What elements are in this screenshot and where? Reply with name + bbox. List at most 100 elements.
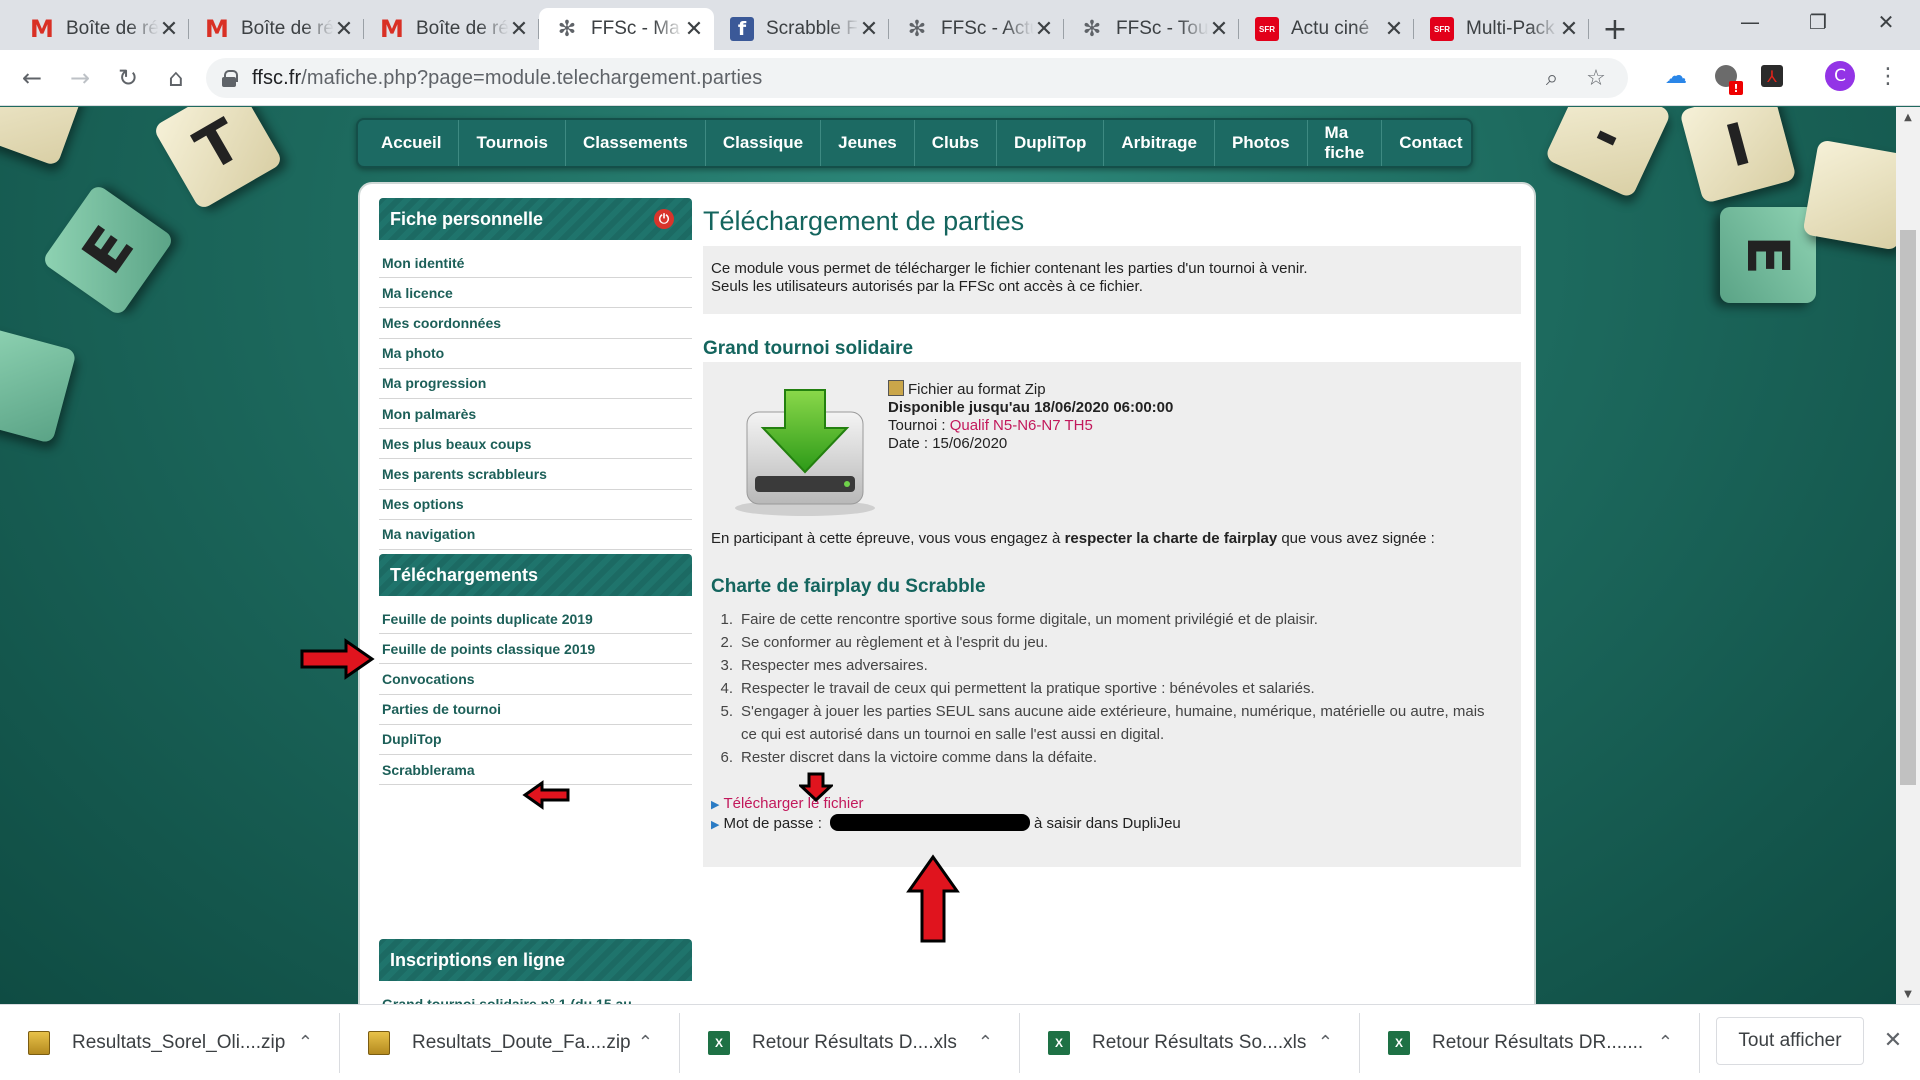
browser-tab[interactable]: M Boîte de réception✕ [189,8,364,50]
chevron-up-icon[interactable]: ⌃ [638,1032,653,1053]
tab-close-icon[interactable]: ✕ [1034,17,1054,42]
star-icon[interactable]: ☆ [1576,58,1616,98]
tab-close-icon[interactable]: ✕ [159,17,179,42]
tab-close-icon[interactable]: ✕ [684,17,704,42]
sidebar-link[interactable]: Mes plus beaux coups [379,429,692,460]
scrollbar-thumb[interactable] [1900,230,1916,785]
sidebar-downloads: Téléchargements Feuille de points duplic… [379,554,692,786]
sidebar-link[interactable]: Grand tournoi solidaire n° 1 (du 15 au [379,989,692,1004]
sidebar-link[interactable]: Parties de tournoi [379,695,692,725]
facebook-icon: f [730,17,754,41]
sidebar-link[interactable]: Mon identité [379,248,692,279]
browser-tab[interactable]: f Scrabble FFSc✕ [714,8,889,50]
download-item[interactable]: X Retour Résultats DR....... ⌃ [1360,1012,1700,1073]
menu-icon[interactable]: ⋮ [1870,58,1906,94]
browser-tab[interactable]: M Boîte de réception✕ [364,8,539,50]
browser-tab[interactable]: SFR Multi-Pack ✕ [1414,8,1589,50]
download-item[interactable]: X Retour Résultats D....xls ⌃ [680,1012,1020,1073]
logout-power-icon[interactable]: ⏻ [654,209,674,229]
browser-tab[interactable]: ✻ FFSc - Actualités✕ [889,8,1064,50]
browser-tab-label: FFSc - Tournois [1116,18,1209,40]
tab-close-icon[interactable]: ✕ [509,17,529,42]
scroll-down-icon[interactable]: ▼ [1896,984,1920,1004]
nav-item-accueil[interactable]: Accueil [364,120,460,166]
sidebar-link[interactable]: Mon palmarès [379,399,692,430]
nav-item-arbitrage[interactable]: Arbitrage [1104,120,1215,166]
browser-tab-label: Boîte de réception [241,18,334,40]
back-icon[interactable]: ← [12,58,52,98]
nav-item-clubs[interactable]: Clubs [915,120,997,166]
download-file-link[interactable]: Télécharger le fichier [723,795,863,812]
sidebar-link[interactable]: Mes coordonnées [379,308,692,339]
scrabble-tile-decoration: I [1679,107,1797,204]
nav-item-classique[interactable]: Classique [706,120,822,166]
download-item[interactable]: Resultats_Doute_Fa....zip ⌃ [340,1012,680,1073]
download-drive-icon[interactable] [725,380,885,520]
tab-close-icon[interactable]: ✕ [334,17,354,42]
url-text[interactable]: ffsc.fr/mafiche.php?page=module.telechar… [252,67,762,90]
sidebar-link[interactable]: Feuille de points classique 2019 [379,634,692,665]
lock-icon[interactable] [222,70,238,87]
nav-item-contact[interactable]: Contact [1382,120,1479,166]
restore-icon[interactable]: ❐ [1784,0,1852,44]
home-icon[interactable]: ⌂ [156,58,196,98]
profile-avatar[interactable]: C [1822,58,1858,94]
acrobat-icon[interactable]: ⅄ [1754,58,1790,94]
tab-strip: MBoîte de réception✕MBoîte de réception✕… [0,0,1920,50]
engagement-bold: respecter la charte de fairplay [1064,530,1278,547]
chevron-up-icon[interactable]: ⌃ [1318,1032,1333,1053]
zoom-icon[interactable]: ⌕ [1532,58,1572,98]
sidebar-link[interactable]: Mes parents scrabbleurs [379,459,692,490]
sidebar-link[interactable]: Feuille de points duplicate 2019 [379,604,692,635]
sidebar-link[interactable]: Ma progression [379,369,692,399]
download-item[interactable]: Resultats_Sorel_Oli....zip ⌃ [0,1012,340,1073]
tab-close-icon[interactable]: ✕ [1559,17,1579,42]
tab-close-icon[interactable]: ✕ [859,17,879,42]
tab-close-icon[interactable]: ✕ [1209,17,1229,42]
download-item[interactable]: X Retour Résultats So....xls ⌃ [1020,1012,1360,1073]
nav-item-ma-fiche[interactable]: Ma fiche [1308,120,1383,166]
sfr-icon: SFR [1430,17,1454,41]
charte-text: Faire de cette rencontre sportive sous f… [741,611,1318,628]
redacted-password [830,814,1031,831]
browser-tab[interactable]: ✻ FFSc - Tournois✕ [1064,8,1239,50]
new-tab-button[interactable]: + [1593,8,1637,50]
scroll-up-icon[interactable]: ▲ [1896,107,1920,127]
tab-close-icon[interactable]: ✕ [1384,17,1404,42]
chevron-up-icon[interactable]: ⌃ [298,1032,313,1053]
forward-icon[interactable]: → [60,58,100,98]
reload-icon[interactable]: ↻ [108,58,148,98]
nav-item-tournois[interactable]: Tournois [459,120,566,166]
sidebar-link[interactable]: Ma photo [379,339,692,369]
page-scrollbar[interactable]: ▲ ▼ [1896,107,1920,1004]
onedrive-icon[interactable]: ☁ [1658,58,1694,94]
sidebar-downloads-list: Feuille de points duplicate 2019 Feuille … [379,604,692,786]
ffsc-icon: ✻ [557,16,577,42]
browser-tab-label: Actu ciné [1291,18,1384,40]
sidebar-link[interactable]: Ma licence [379,278,692,309]
tournoi-link[interactable]: Qualif N5-N6-N7 TH5 [950,417,1093,434]
chevron-up-icon[interactable]: ⌃ [1658,1032,1673,1053]
show-all-downloads-button[interactable]: Tout afficher [1716,1017,1864,1065]
zip-file-icon [368,1030,390,1055]
sidebar-link[interactable]: Mes options [379,490,692,520]
address-bar[interactable]: ffsc.fr/mafiche.php?page=module.telechar… [206,58,1628,98]
nav-item-classements[interactable]: Classements [566,120,706,166]
chevron-up-icon[interactable]: ⌃ [978,1032,993,1053]
browser-tab[interactable]: ✻ FFSc - Ma fiche✕ [539,8,714,50]
nav-item-photos[interactable]: Photos [1215,120,1308,166]
sidebar-link[interactable]: Ma navigation [379,520,692,550]
nav-item-duplitop[interactable]: DupliTop [997,120,1105,166]
sidebar-fiche-list: Mon identité Ma licence Mes coordonnées Ma … [379,248,692,581]
charte-item: 3. Respecter mes adversaires. [711,654,1501,677]
sidebar-link[interactable]: Convocations [379,664,692,695]
browser-tab[interactable]: SFR Actu ciné ✕ [1239,8,1414,50]
close-shelf-icon[interactable]: ✕ [1878,1025,1908,1055]
charte-item: 6. Rester discret dans la victoire comme … [711,746,1501,769]
minimize-icon[interactable]: — [1716,0,1784,44]
nav-item-jeunes[interactable]: Jeunes [821,120,915,166]
close-window-icon[interactable]: ✕ [1852,0,1920,44]
browser-tab[interactable]: M Boîte de réception✕ [14,8,189,50]
extension-alert-icon[interactable]: ! [1708,58,1744,95]
sidebar-link[interactable]: DupliTop [379,725,692,755]
